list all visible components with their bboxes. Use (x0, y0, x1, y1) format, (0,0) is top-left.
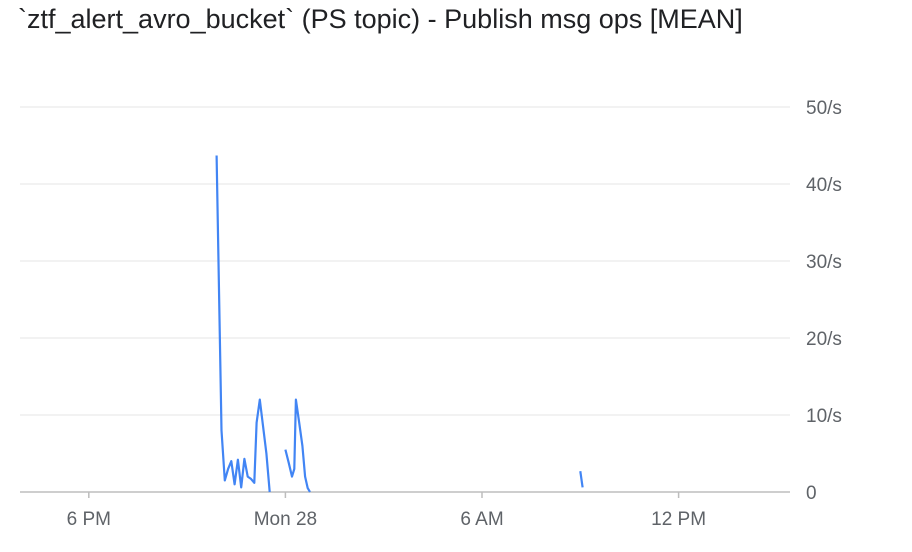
series-lines (215, 155, 584, 493)
y-tick-label: 30/s (806, 252, 842, 273)
x-axis-ticks: 6 PM Mon 28 6 AM 12 PM (67, 492, 706, 530)
y-axis-ticks: 0 10/s 20/s 30/s 40/s 50/s (806, 98, 842, 504)
series-line-segment (215, 155, 271, 493)
line-chart: 0 10/s 20/s 30/s 40/s 50/s 6 PM Mon 28 6 AM 12 P… (20, 98, 842, 530)
y-tick-label: 20/s (806, 329, 842, 350)
y-tick-label: 0 (806, 483, 817, 504)
y-tick-label: 40/s (806, 175, 842, 196)
x-tick-label: Mon 28 (254, 509, 317, 530)
series-line-segment (579, 471, 584, 488)
series-line-segment (284, 398, 311, 493)
y-tick-label: 10/s (806, 406, 842, 427)
x-tick-label: 6 PM (67, 509, 111, 530)
x-tick-label: 12 PM (651, 509, 706, 530)
y-tick-label: 50/s (806, 98, 842, 119)
gridlines (20, 106, 790, 493)
x-tick-label: 6 AM (460, 509, 503, 530)
